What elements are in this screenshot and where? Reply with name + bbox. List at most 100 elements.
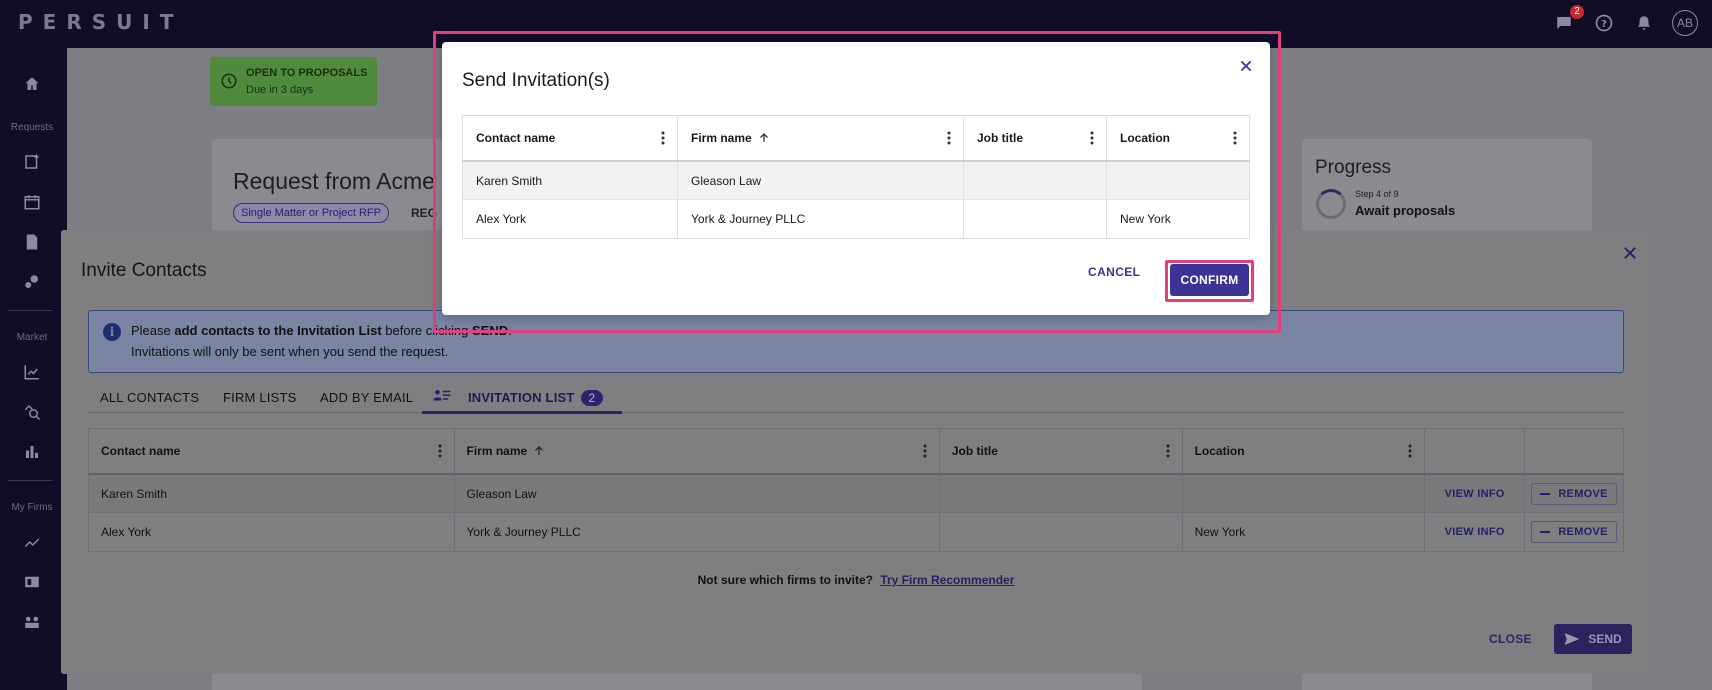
minus-icon — [1540, 492, 1551, 495]
nav-divider — [8, 480, 52, 481]
send-button[interactable]: SEND — [1554, 624, 1632, 654]
invite-tabs: ALL CONTACTS FIRM LISTS ADD BY EMAIL INV… — [88, 382, 1624, 414]
sort-ascending-icon[interactable] — [758, 132, 770, 144]
nav-section-my-firms: My Firms — [11, 502, 53, 513]
column-header-remove — [1525, 429, 1623, 473]
cell-contact: Alex York — [89, 513, 455, 551]
contact-card-icon[interactable] — [22, 572, 42, 592]
tab-all-contacts[interactable]: ALL CONTACTS — [100, 390, 199, 405]
cell-firm: Gleason Law — [455, 475, 940, 512]
side-nav: Requests Market My Firms — [0, 48, 67, 690]
progress-ring — [1316, 189, 1346, 219]
bell-icon[interactable] — [1632, 11, 1656, 35]
column-menu-icon[interactable] — [661, 131, 665, 145]
cell-firm: York & Journey PLLC — [455, 513, 940, 551]
info-line-2: Invitations will only be sent when you s… — [131, 344, 449, 359]
column-menu-icon[interactable] — [438, 444, 442, 458]
table-row: Alex York York & Journey PLLC New York V… — [89, 513, 1623, 551]
progress-stage: Await proposals — [1355, 203, 1456, 218]
tab-add-by-email[interactable]: ADD BY EMAIL — [320, 390, 413, 405]
active-tab-indicator — [422, 411, 622, 414]
status-card: OPEN TO PROPOSALS Due in 3 days — [210, 57, 377, 106]
column-menu-icon[interactable] — [1233, 131, 1237, 145]
column-menu-icon[interactable] — [923, 444, 927, 458]
column-menu-icon[interactable] — [1408, 444, 1412, 458]
cell-firm: York & Journey PLLC — [678, 200, 964, 238]
cell-location: New York — [1120, 212, 1171, 226]
table-header-row: Contact name Firm name Job title Locatio… — [89, 429, 1623, 475]
invite-title: Invite Contacts — [81, 260, 207, 281]
cell-firm: Gleason Law — [678, 162, 964, 199]
send-icon — [1564, 633, 1580, 645]
modal-table-header-row: Contact name Firm name Job title Locatio… — [463, 116, 1249, 162]
notification-badge: 2 — [1570, 5, 1584, 19]
cell-job — [940, 513, 1183, 551]
trend-icon[interactable] — [22, 532, 42, 552]
column-header-action — [1425, 429, 1526, 473]
view-info-button[interactable]: VIEW INFO — [1445, 488, 1505, 500]
svg-text:?: ? — [1601, 19, 1607, 30]
remove-button[interactable]: REMOVE — [1531, 521, 1617, 543]
modal-close-icon[interactable] — [1236, 56, 1256, 76]
sort-ascending-icon[interactable] — [533, 445, 545, 457]
progress-title: Progress — [1315, 157, 1392, 178]
recommend-line: Not sure which firms to invite? Try Firm… — [697, 573, 1015, 587]
modal-header-firm[interactable]: Firm name — [678, 116, 964, 160]
status-title: OPEN TO PROPOSALS — [246, 67, 368, 79]
confirm-button[interactable]: CONFIRM — [1170, 264, 1249, 296]
column-header-location[interactable]: Location — [1183, 429, 1426, 473]
remove-button[interactable]: REMOVE — [1531, 482, 1617, 505]
cell-location — [1107, 162, 1249, 199]
cell-job — [940, 475, 1183, 512]
invite-close-icon[interactable] — [1621, 244, 1639, 262]
send-invitations-modal: Send Invitation(s) Contact name Firm nam… — [442, 42, 1270, 315]
bar-chart-icon[interactable] — [22, 442, 42, 462]
column-header-firm[interactable]: Firm name — [455, 429, 940, 473]
request-title: Request from Acme — [233, 168, 435, 194]
view-info-cell: VIEW INFO — [1425, 475, 1526, 512]
view-info-cell: VIEW INFO — [1425, 513, 1526, 551]
modal-header-job[interactable]: Job title — [964, 116, 1107, 160]
modal-header-contact[interactable]: Contact name — [463, 116, 678, 160]
top-icons: 2 ? AB — [1552, 5, 1698, 36]
tab-firm-lists[interactable]: FIRM LISTS — [223, 390, 297, 405]
new-request-icon[interactable] — [22, 152, 42, 172]
firms-group-icon[interactable] — [22, 612, 42, 632]
help-icon[interactable]: ? — [1592, 11, 1616, 35]
minus-icon — [1540, 531, 1551, 533]
info-icon: i — [103, 323, 121, 341]
cell-contact: Alex York — [463, 200, 678, 238]
tab-invitation-list[interactable]: INVITATION LIST 2 — [468, 390, 604, 406]
document-icon[interactable] — [22, 232, 42, 252]
persuit-logo[interactable]: PERSUIT — [18, 10, 183, 34]
column-menu-icon[interactable] — [1166, 444, 1170, 458]
modal-title: Send Invitation(s) — [462, 70, 610, 91]
nav-section-market: Market — [16, 332, 48, 343]
home-icon[interactable] — [22, 74, 42, 94]
cell-location — [1183, 475, 1426, 512]
clock-icon — [221, 73, 237, 89]
modal-header-location[interactable]: Location — [1107, 116, 1249, 160]
avatar[interactable]: AB — [1672, 10, 1698, 36]
cancel-button[interactable]: CANCEL — [1088, 265, 1140, 279]
column-menu-icon[interactable] — [947, 131, 951, 145]
close-button[interactable]: CLOSE — [1489, 632, 1532, 646]
cell-job — [964, 162, 1107, 199]
cell-contact: Karen Smith — [463, 162, 678, 199]
messages-icon[interactable]: 2 — [1552, 5, 1584, 35]
market-chart-icon[interactable] — [22, 362, 42, 382]
firm-recommender-link[interactable]: Try Firm Recommender — [880, 573, 1014, 587]
analytics-search-icon[interactable] — [22, 402, 42, 422]
view-info-button[interactable]: VIEW INFO — [1445, 526, 1505, 538]
table-row: Karen Smith Gleason Law VIEW INFO REMOVE — [89, 475, 1623, 513]
bubbles-icon[interactable] — [22, 272, 42, 292]
calendar-icon[interactable] — [22, 192, 42, 212]
column-menu-icon[interactable] — [1090, 131, 1094, 145]
cell-job — [964, 200, 1107, 238]
column-header-contact[interactable]: Contact name — [89, 429, 455, 473]
request-type-chip: Single Matter or Project RFP — [233, 203, 389, 223]
remove-cell: REMOVE — [1525, 475, 1623, 512]
cell-location: New York — [1183, 513, 1426, 551]
remove-cell: REMOVE — [1525, 513, 1623, 551]
column-header-job[interactable]: Job title — [940, 429, 1183, 473]
